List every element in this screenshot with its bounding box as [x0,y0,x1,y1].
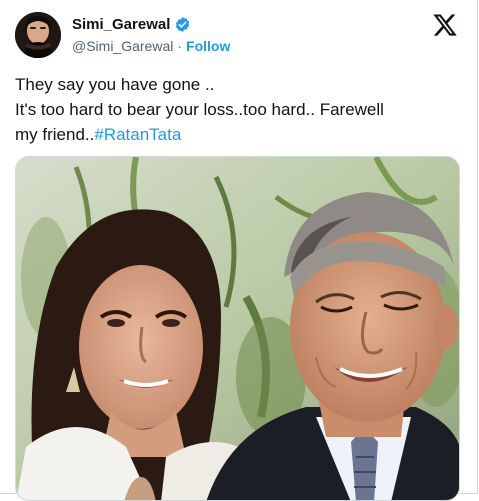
tweet-line-3-text: my friend.. [15,125,95,144]
follow-button[interactable]: Follow [186,38,230,54]
separator-dot: · [177,38,183,54]
tweet-line-1: They say you have gone .. [15,75,215,94]
verified-badge-icon [174,16,191,33]
hashtag-link[interactable]: #RatanTata [94,125,181,144]
tweet-line-3: my friend..#RatanTata [15,122,465,147]
handle-row: @Simi_Garewal · Follow [72,37,230,55]
x-logo-icon[interactable] [432,12,458,38]
tweet-header: Simi_Garewal @Simi_Garewal · Follow [15,10,465,60]
tweet-card: Simi_Garewal @Simi_Garewal · Follow They… [0,0,478,501]
tweet-text: They say you have gone .. It's too hard … [15,72,465,147]
author-handle[interactable]: @Simi_Garewal [72,38,173,54]
tweet-media[interactable] [15,156,460,501]
author-names: Simi_Garewal @Simi_Garewal · Follow [72,14,230,55]
tweet-line-2: It's too hard to bear your loss..too har… [15,100,384,119]
avatar-image [15,12,61,58]
display-name[interactable]: Simi_Garewal [72,16,170,33]
media-photo [16,157,459,500]
display-name-row: Simi_Garewal [72,14,230,34]
avatar[interactable] [15,12,61,58]
